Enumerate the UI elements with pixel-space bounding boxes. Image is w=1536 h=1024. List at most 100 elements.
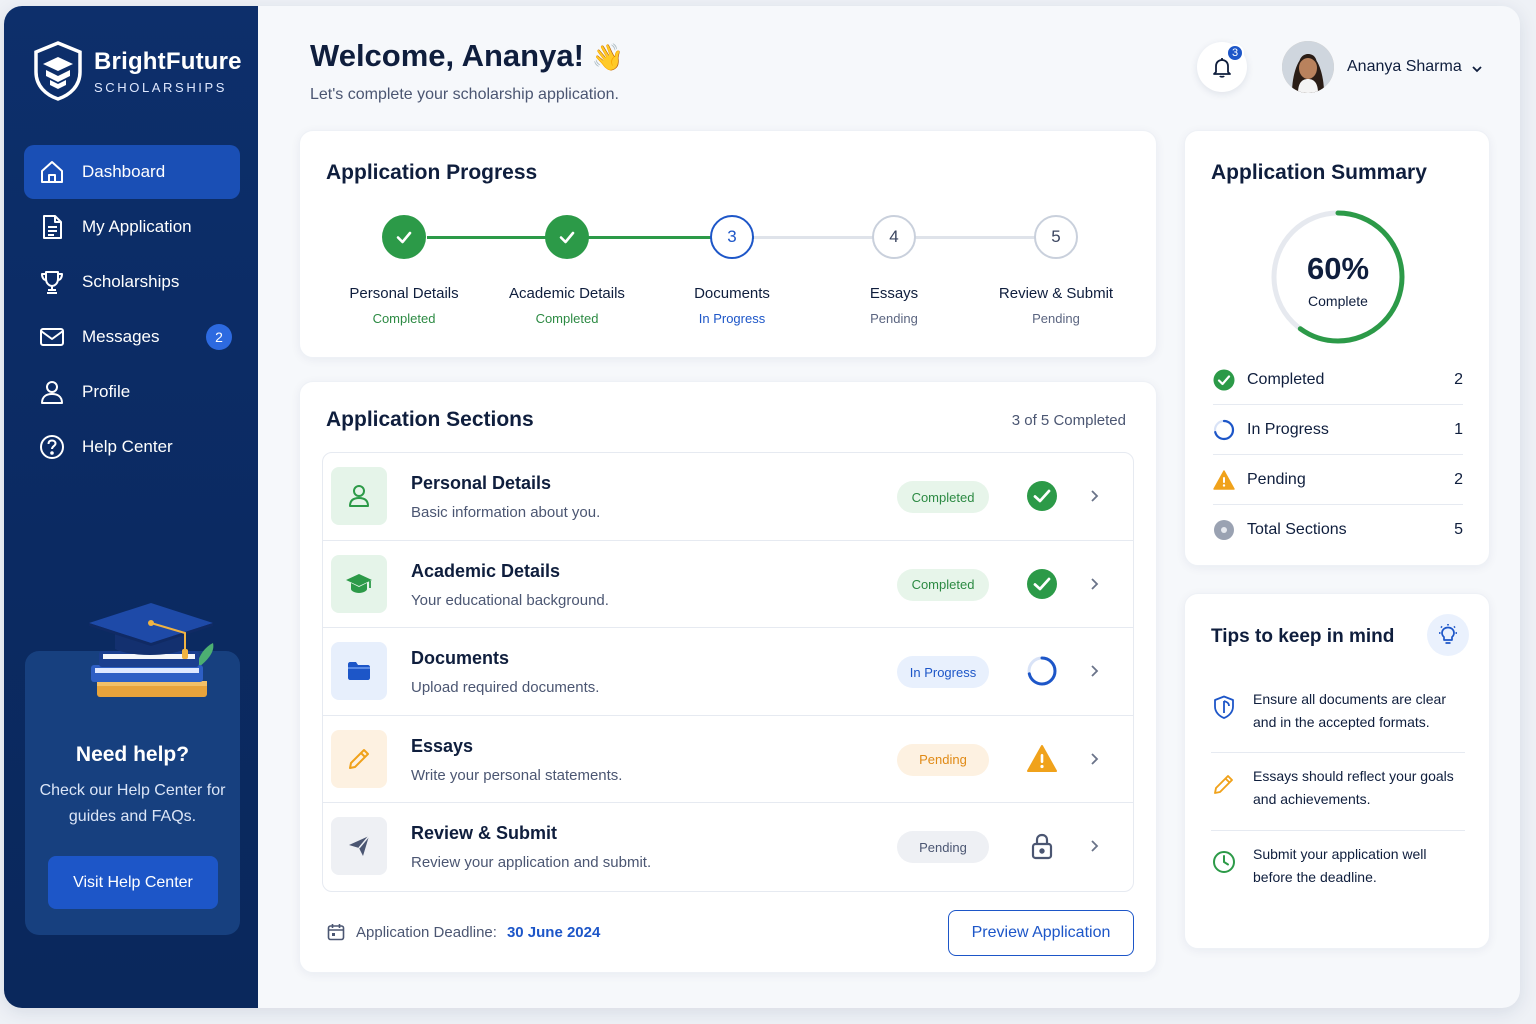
sidebar-item-label: Dashboard <box>82 162 166 181</box>
section-title: Academic Details <box>411 560 561 581</box>
paper-plane-icon <box>331 817 387 875</box>
summary-row-pending: Pending 2 <box>1213 455 1463 505</box>
help-card: Need help? Check our Help Center for gui… <box>25 603 240 935</box>
section-title: Personal Details <box>411 473 552 493</box>
messages-badge: 2 <box>206 324 232 350</box>
sidebar-item-help-center[interactable]: Help Center <box>24 420 240 474</box>
tips-card: Tips to keep in mind Ensure all document… <box>1184 593 1490 949</box>
tip-text: Ensure all documents are clear and in th… <box>1253 691 1446 730</box>
step-academic-details[interactable]: Academic Details Completed <box>492 215 642 326</box>
pencil-icon <box>1214 775 1233 794</box>
shield-logo-icon <box>34 41 82 101</box>
step-status: Pending <box>870 311 918 326</box>
summary-list: Completed 2 In Progress 1 Pending 2 Tota… <box>1213 355 1463 555</box>
sidebar-item-my-application[interactable]: My Application <box>24 200 240 254</box>
section-row-personal-details[interactable]: Personal Details Basic information about… <box>323 453 1133 541</box>
chevron-right-icon[interactable] <box>1087 488 1101 504</box>
section-description: Write your personal statements. <box>411 766 623 784</box>
step-status: Pending <box>1032 311 1080 326</box>
sidebar-item-label: Help Center <box>82 437 173 456</box>
app-window: BrightFuture SCHOLARSHIPS Dashboard My A… <box>4 6 1520 1008</box>
page-subtitle: Let's complete your scholarship applicat… <box>310 86 619 103</box>
tips-title: Tips to keep in mind <box>1211 626 1395 647</box>
section-description: Upload required documents. <box>411 679 600 696</box>
calendar-icon <box>327 924 345 941</box>
shield-icon <box>1214 695 1234 719</box>
chevron-right-icon[interactable] <box>1087 751 1101 767</box>
section-title: Essays <box>411 735 474 756</box>
section-description: Basic information about you. <box>411 504 601 521</box>
clock-icon <box>1213 851 1235 873</box>
step-label: Personal Details <box>349 285 459 302</box>
section-row-academic-details[interactable]: Academic Details Your educational backgr… <box>323 541 1133 628</box>
sidebar-item-messages[interactable]: Messages 2 <box>24 310 240 364</box>
section-row-essays[interactable]: Essays Write your personal statements. P… <box>323 716 1133 803</box>
application-deadline: Application Deadline: 30 June 2024 <box>326 922 600 942</box>
progress-ring-icon <box>1027 656 1057 686</box>
summary-row-in-progress: In Progress 1 <box>1213 405 1463 455</box>
help-title: Need help? <box>75 743 190 766</box>
user-icon <box>41 381 63 404</box>
user-icon <box>331 467 387 525</box>
sidebar-item-label: Messages <box>82 327 160 346</box>
step-review-submit[interactable]: 5 Review & Submit Pending <box>981 215 1131 326</box>
chevron-right-icon[interactable] <box>1087 838 1101 854</box>
visit-help-center-button[interactable]: Visit Help Center <box>48 856 218 909</box>
step-personal-details[interactable]: Personal Details Completed <box>329 215 479 326</box>
page-title: Welcome, Ananya! 👋 <box>310 38 624 74</box>
sections-list: Personal Details Basic information about… <box>322 452 1134 892</box>
graduation-cap-icon <box>331 554 387 613</box>
sidebar-item-profile[interactable]: Profile <box>24 365 240 419</box>
step-number: 3 <box>710 215 754 259</box>
graduation-books-illustration <box>89 603 214 697</box>
summary-value: 5 <box>1454 521 1463 538</box>
user-name[interactable]: Ananya Sharma <box>1347 58 1462 76</box>
warning-icon <box>1027 744 1057 772</box>
application-summary-card: Application Summary 60% Complete Complet… <box>1184 130 1490 566</box>
check-circle-icon <box>1027 568 1057 599</box>
step-status: In Progress <box>698 311 766 326</box>
question-icon <box>40 435 64 459</box>
summary-title: Application Summary <box>1211 161 1427 184</box>
section-row-documents[interactable]: Documents Upload required documents. In … <box>323 628 1133 716</box>
sidebar-item-label: Scholarships <box>82 272 180 291</box>
section-description: Your educational background. <box>411 591 609 609</box>
lightbulb-icon <box>1427 614 1469 656</box>
step-number: 4 <box>872 215 916 259</box>
notifications-button[interactable]: 3 <box>1197 42 1247 92</box>
step-essays[interactable]: 4 Essays Pending <box>819 215 969 326</box>
avatar[interactable] <box>1282 41 1334 93</box>
sidebar-item-scholarships[interactable]: Scholarships <box>24 255 240 309</box>
chevron-right-icon[interactable] <box>1087 663 1101 679</box>
brand-name: BrightFuture <box>94 47 242 75</box>
application-progress-card: Application Progress Personal Details Co… <box>299 130 1157 358</box>
sidebar-nav: Dashboard My Application Scholarships Me… <box>24 145 240 475</box>
summary-label: Total Sections <box>1247 521 1347 538</box>
step-label: Academic Details <box>509 285 625 302</box>
step-label: Review & Submit <box>998 285 1114 302</box>
divider <box>1211 830 1465 831</box>
user-photo <box>1282 41 1334 93</box>
summary-value: 2 <box>1454 470 1463 488</box>
summary-label: Pending <box>1247 470 1306 488</box>
sidebar: BrightFuture SCHOLARSHIPS Dashboard My A… <box>4 6 258 1008</box>
preview-application-button[interactable]: Preview Application <box>948 910 1134 956</box>
completion-percent: 60% <box>1306 251 1370 286</box>
status-badge: Completed <box>897 568 989 601</box>
summary-value: 2 <box>1454 370 1463 388</box>
chevron-right-icon[interactable] <box>1087 576 1101 592</box>
sections-count: 3 of 5 Completed <box>1011 412 1126 429</box>
status-badge: Completed <box>897 481 989 513</box>
document-icon <box>43 215 62 239</box>
progress-title: Application Progress <box>326 161 538 184</box>
chevron-down-icon[interactable] <box>1470 62 1484 76</box>
warning-icon <box>1213 469 1235 490</box>
step-documents[interactable]: 3 Documents In Progress <box>657 215 807 326</box>
progress-ring-icon <box>1213 419 1235 440</box>
divider <box>1211 752 1465 753</box>
section-row-review-submit[interactable]: Review & Submit Review your application … <box>323 803 1133 891</box>
dot-icon <box>1214 520 1234 540</box>
home-icon <box>41 161 63 183</box>
brand-logo[interactable]: BrightFuture SCHOLARSHIPS <box>32 40 242 102</box>
sidebar-item-dashboard[interactable]: Dashboard <box>24 145 240 199</box>
